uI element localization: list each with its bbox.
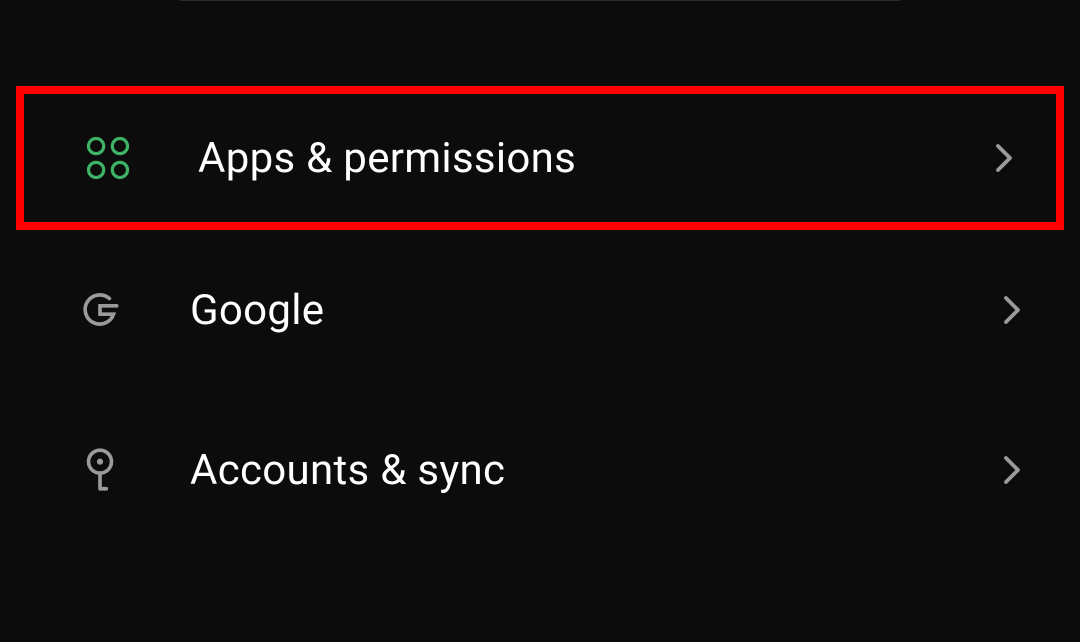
settings-item-google[interactable]: Google	[0, 230, 1080, 390]
settings-item-label: Accounts & sync	[190, 446, 994, 495]
chevron-right-icon	[994, 452, 1030, 488]
chevron-right-icon	[994, 292, 1030, 328]
settings-item-apps-permissions[interactable]: Apps & permissions	[16, 86, 1064, 230]
settings-list: Apps & permissions Google	[0, 86, 1080, 550]
chevron-right-icon	[986, 140, 1022, 176]
google-icon	[70, 280, 130, 340]
settings-item-accounts-sync[interactable]: Accounts & sync	[0, 390, 1080, 550]
key-icon	[70, 440, 130, 500]
apps-grid-icon	[78, 128, 138, 188]
settings-item-label: Google	[190, 286, 994, 335]
settings-item-label: Apps & permissions	[198, 134, 986, 183]
